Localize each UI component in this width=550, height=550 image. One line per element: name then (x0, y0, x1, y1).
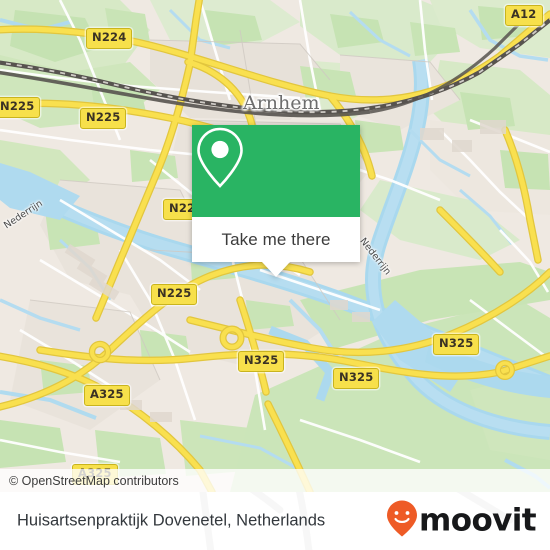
moovit-map-screen: Arnhem Nederrijn Nederrijn N224 A12 N225… (0, 0, 550, 550)
footer-bar: Huisartsenpraktijk Dovenetel, Netherland… (0, 492, 550, 550)
road-shield-a12[interactable]: A12 (505, 5, 543, 26)
moovit-wordmark: moovit (419, 502, 537, 539)
osm-attribution-bar: © OpenStreetMap contributors (0, 469, 550, 492)
location-title: Huisartsenpraktijk Dovenetel, Netherland… (17, 511, 326, 530)
moovit-logo[interactable]: moovit (386, 500, 537, 543)
osm-attribution-text[interactable]: © OpenStreetMap contributors (0, 474, 179, 488)
road-shield-n325-center[interactable]: N325 (333, 368, 380, 389)
road-shield-n225-far-west[interactable]: N225 (0, 97, 41, 118)
road-shield-n325-east[interactable]: N325 (433, 334, 480, 355)
road-shield-n325-west[interactable]: N325 (238, 351, 285, 372)
take-me-there-callout[interactable]: Take me there (192, 125, 360, 277)
map-canvas[interactable]: Arnhem Nederrijn Nederrijn N224 A12 N225… (0, 0, 550, 492)
road-shield-n224[interactable]: N224 (86, 28, 133, 49)
road-shield-a325-north[interactable]: A325 (84, 385, 130, 406)
callout-pointer (262, 262, 290, 277)
take-me-there-button[interactable]: Take me there (192, 217, 360, 262)
take-me-there-label: Take me there (221, 229, 331, 249)
road-shield-n225-northwest[interactable]: N225 (80, 108, 127, 129)
callout-icon-area (192, 125, 360, 217)
moovit-pin-smiley-icon (386, 500, 418, 543)
place-label-arnhem: Arnhem (243, 92, 320, 114)
road-shield-n225-southwest[interactable]: N225 (151, 284, 198, 305)
